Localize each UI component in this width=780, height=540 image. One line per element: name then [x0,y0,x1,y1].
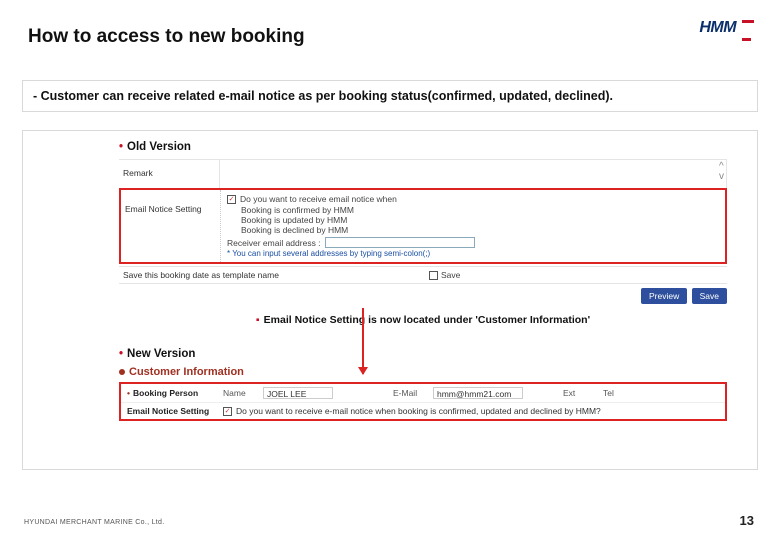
arrow-down-icon [362,308,364,374]
button-row: Preview Save [119,288,727,304]
receiver-hint: * You can input several addresses by typ… [227,249,719,258]
save-checkbox-label: Save [441,270,460,280]
brand-bars-icon [742,10,754,46]
ens-text: Do you want to receive e-mail notice whe… [236,406,601,416]
email-notice-label: Email Notice Setting [121,190,221,262]
chk-main-label: Do you want to receive email notice when [240,194,397,204]
checkbox-main[interactable]: ✓ [227,195,236,204]
preview-button[interactable]: Preview [641,288,687,304]
bullet-icon: • [119,348,123,360]
brand-logo: HMM [699,10,754,46]
save-button[interactable]: Save [692,288,727,304]
booking-person-label: Booking Person [133,388,198,398]
new-version-block: •Booking Person Name JOEL LEE E-Mail hmm… [119,382,727,421]
remark-label: Remark [119,160,219,178]
brand-text: HMM [699,19,736,36]
relocation-note: ▪Email Notice Setting is now located und… [119,314,727,326]
page-title: How to access to new booking [28,26,305,48]
ext-sublabel: Ext [563,388,585,398]
notice-line-2: Booking is updated by HMM [227,215,719,225]
new-version-header: •New Version [119,348,757,360]
note-bullet-icon: ▪ [256,314,260,326]
save-template-label: Save this booking date as template name [119,270,429,280]
remark-row: Remark ^v [119,159,727,188]
remark-textarea[interactable]: ^v [219,160,727,188]
subtitle: - Customer can receive related e-mail no… [22,80,758,112]
old-version-header: •Old Version [119,141,757,153]
ens-label: Email Notice Setting [127,406,223,416]
receiver-label: Receiver email address : [227,238,321,248]
tel-sublabel: Tel [603,388,625,398]
scrollbar-icon: ^v [719,162,724,182]
name-sublabel: Name [223,388,263,398]
email-notice-row-new: Email Notice Setting ✓ Do you want to re… [121,403,725,419]
email-notice-body: ✓ Do you want to receive email notice wh… [221,190,725,262]
ens-checkbox[interactable]: ✓ [223,407,232,416]
name-field[interactable]: JOEL LEE [263,387,333,399]
receiver-input[interactable] [325,237,475,248]
customer-info-header: Customer Information [119,366,757,378]
bullet-icon: • [119,141,123,153]
save-template-row: Save this booking date as template name … [119,266,727,284]
old-version-block: Remark ^v Email Notice Setting ✓ Do you … [119,159,727,304]
notice-line-3: Booking is declined by HMM [227,225,719,235]
booking-person-row: •Booking Person Name JOEL LEE E-Mail hmm… [121,384,725,403]
email-sublabel: E-Mail [393,388,433,398]
dot-icon [119,369,125,375]
email-field[interactable]: hmm@hmm21.com [433,387,523,399]
save-checkbox[interactable] [429,271,438,280]
footer-company: HYUNDAI MERCHANT MARINE Co., Ltd. [24,519,164,526]
content-panel: •Old Version Remark ^v Email Notice Sett… [22,130,758,470]
page-number: 13 [740,513,754,528]
notice-line-1: Booking is confirmed by HMM [227,205,719,215]
email-notice-row-old: Email Notice Setting ✓ Do you want to re… [119,188,727,264]
